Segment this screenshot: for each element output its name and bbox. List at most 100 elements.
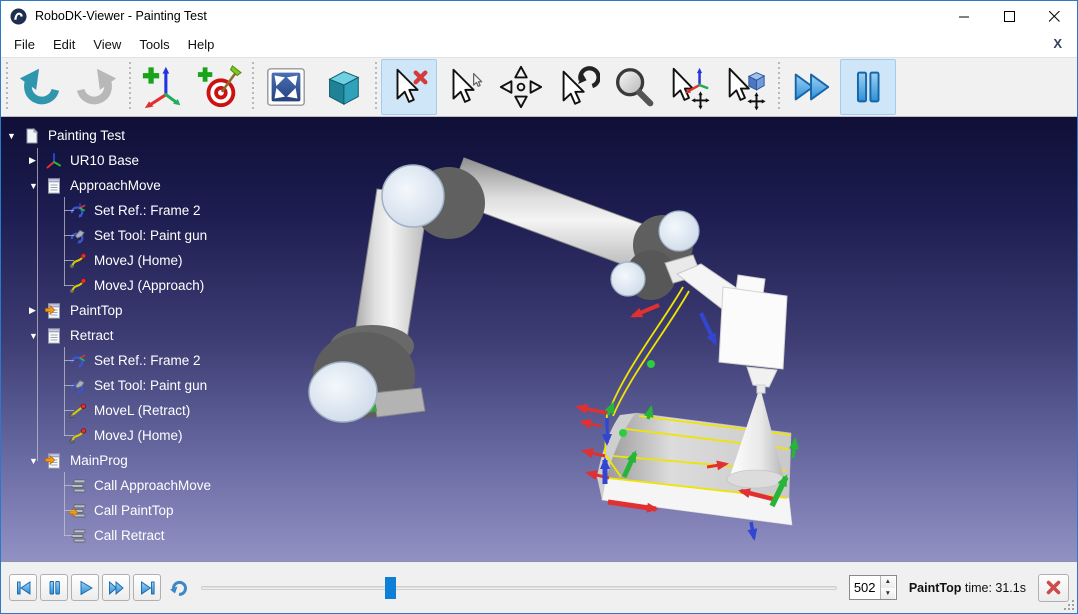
tree-item-label: MainProg [70, 453, 128, 468]
set-reference-icon [69, 352, 87, 370]
frame-spinbox-input[interactable] [850, 576, 880, 599]
tree-item-set-tool-paint-gun[interactable]: Set Tool: Paint gun [1, 373, 1077, 398]
tree-item-label: MoveJ (Home) [94, 253, 183, 268]
expander-open-icon[interactable]: ▼ [29, 456, 45, 466]
add-target-icon [196, 64, 242, 110]
replay-button[interactable] [164, 574, 192, 601]
tree-item-painting-test[interactable]: ▼ Painting Test [1, 123, 1077, 148]
skip-to-end-button[interactable] [133, 574, 161, 601]
tree-item-ur10-base[interactable]: ▶ UR10 Base [1, 148, 1077, 173]
timeline-track[interactable] [201, 586, 837, 590]
tree-item-label: Set Ref.: Frame 2 [94, 203, 201, 218]
tree-item-retract[interactable]: ▼ Retract [1, 323, 1077, 348]
fast-simulation-button[interactable] [784, 59, 840, 115]
skip-to-start-icon [14, 578, 33, 597]
skip-to-start-button[interactable] [9, 574, 37, 601]
pan-button[interactable] [493, 59, 549, 115]
program-icon [45, 327, 63, 345]
play-button[interactable] [71, 574, 99, 601]
move-reference-button[interactable] [661, 59, 717, 115]
expander-closed-icon[interactable]: ▶ [29, 155, 45, 166]
timeline-slider[interactable] [201, 575, 837, 601]
program-running-icon [45, 302, 63, 320]
tree-item-set-tool-paint-gun[interactable]: Set Tool: Paint gun [1, 223, 1077, 248]
pause-simulation-button[interactable] [840, 59, 896, 115]
program-icon [45, 177, 63, 195]
tree-item-label: Retract [70, 328, 114, 343]
menu-view[interactable]: View [84, 34, 130, 55]
call-program-running-icon [69, 502, 87, 520]
menu-file[interactable]: File [5, 34, 44, 55]
menu-edit[interactable]: Edit [44, 34, 84, 55]
add-target-button[interactable] [191, 59, 247, 115]
stop-red-x-icon [1046, 580, 1061, 595]
undo-button[interactable] [12, 59, 68, 115]
toolbar-grip[interactable] [776, 62, 782, 112]
tree-item-movej-home[interactable]: MoveJ (Home) [1, 248, 1077, 273]
expander-closed-icon[interactable]: ▶ [29, 305, 45, 316]
tree-item-movel-retract[interactable]: MoveL (Retract) [1, 398, 1077, 423]
tree-item-movej-approach[interactable]: MoveJ (Approach) [1, 273, 1077, 298]
tree-item-painttop[interactable]: ▶ PaintTop [1, 298, 1077, 323]
fit-all-button[interactable] [258, 59, 314, 115]
undo-icon [17, 64, 63, 110]
tree-item-call-retract[interactable]: Call Retract [1, 523, 1077, 548]
reference-frame-icon [45, 152, 63, 170]
select-button[interactable] [437, 59, 493, 115]
add-reference-frame-button[interactable] [135, 59, 191, 115]
pause-simulation-icon [845, 64, 891, 110]
tree-item-label: Set Tool: Paint gun [94, 228, 207, 243]
rotate-view-button[interactable] [549, 59, 605, 115]
minimize-button[interactable] [942, 1, 987, 31]
timeline-handle[interactable] [385, 577, 396, 599]
pause-button[interactable] [40, 574, 68, 601]
tree-item-label: MoveJ (Approach) [94, 278, 204, 293]
spin-up-button[interactable]: ▲ [881, 576, 895, 588]
toolbar-grip[interactable] [127, 62, 133, 112]
simulation-time: time: 31.1s [961, 581, 1026, 595]
spin-down-button[interactable]: ▼ [881, 588, 895, 600]
fast-forward-button[interactable] [102, 574, 130, 601]
deselect-button[interactable] [381, 59, 437, 115]
move-object-icon [722, 64, 768, 110]
stop-simulation-button[interactable] [1038, 574, 1069, 602]
tree-item-approachmove[interactable]: ▼ ApproachMove [1, 173, 1077, 198]
toolbar-grip[interactable] [4, 62, 10, 112]
tree-item-call-painttop[interactable]: Call PaintTop [1, 498, 1077, 523]
mdi-close-button[interactable]: X [1048, 35, 1067, 52]
tree-item-label: Call Retract [94, 528, 165, 543]
isometric-view-button[interactable] [314, 59, 370, 115]
zoom-button[interactable] [605, 59, 661, 115]
menu-tools[interactable]: Tools [130, 34, 178, 55]
expander-open-icon[interactable]: ▼ [29, 331, 45, 341]
tree-item-label: ApproachMove [70, 178, 161, 193]
add-reference-frame-icon [140, 64, 186, 110]
toolbar-grip[interactable] [250, 62, 256, 112]
robodk-viewer-window: RoboDK-Viewer - Painting Test File Edit … [0, 0, 1078, 614]
movej-icon [69, 252, 87, 270]
expander-open-icon[interactable]: ▼ [7, 131, 23, 141]
tree-item-set-ref-frame2[interactable]: Set Ref.: Frame 2 [1, 348, 1077, 373]
expander-open-icon[interactable]: ▼ [29, 181, 45, 191]
play-icon [76, 578, 95, 597]
toolbar-grip[interactable] [373, 62, 379, 112]
viewport: ▼ Painting Test ▶ UR10 Base ▼ ApproachMo… [1, 117, 1077, 561]
call-program-icon [69, 477, 87, 495]
close-button[interactable] [1032, 1, 1077, 31]
resize-grip[interactable] [1063, 599, 1075, 611]
frame-spinbox: ▲ ▼ [849, 575, 897, 600]
title-bar[interactable]: RoboDK-Viewer - Painting Test [1, 1, 1077, 31]
redo-button[interactable] [68, 59, 124, 115]
tree-item-movej-home[interactable]: MoveJ (Home) [1, 423, 1077, 448]
fast-simulation-icon [789, 64, 835, 110]
tree-item-label: MoveL (Retract) [94, 403, 190, 418]
tree-item-mainprog[interactable]: ▼ MainProg [1, 448, 1077, 473]
move-object-button[interactable] [717, 59, 773, 115]
tree-item-set-ref-frame2[interactable]: Set Ref.: Frame 2 [1, 198, 1077, 223]
tree-item-label: UR10 Base [70, 153, 139, 168]
window-title: RoboDK-Viewer - Painting Test [35, 9, 207, 23]
maximize-button[interactable] [987, 1, 1032, 31]
skip-to-end-icon [138, 578, 157, 597]
tree-item-call-approachmove[interactable]: Call ApproachMove [1, 473, 1077, 498]
menu-help[interactable]: Help [179, 34, 224, 55]
